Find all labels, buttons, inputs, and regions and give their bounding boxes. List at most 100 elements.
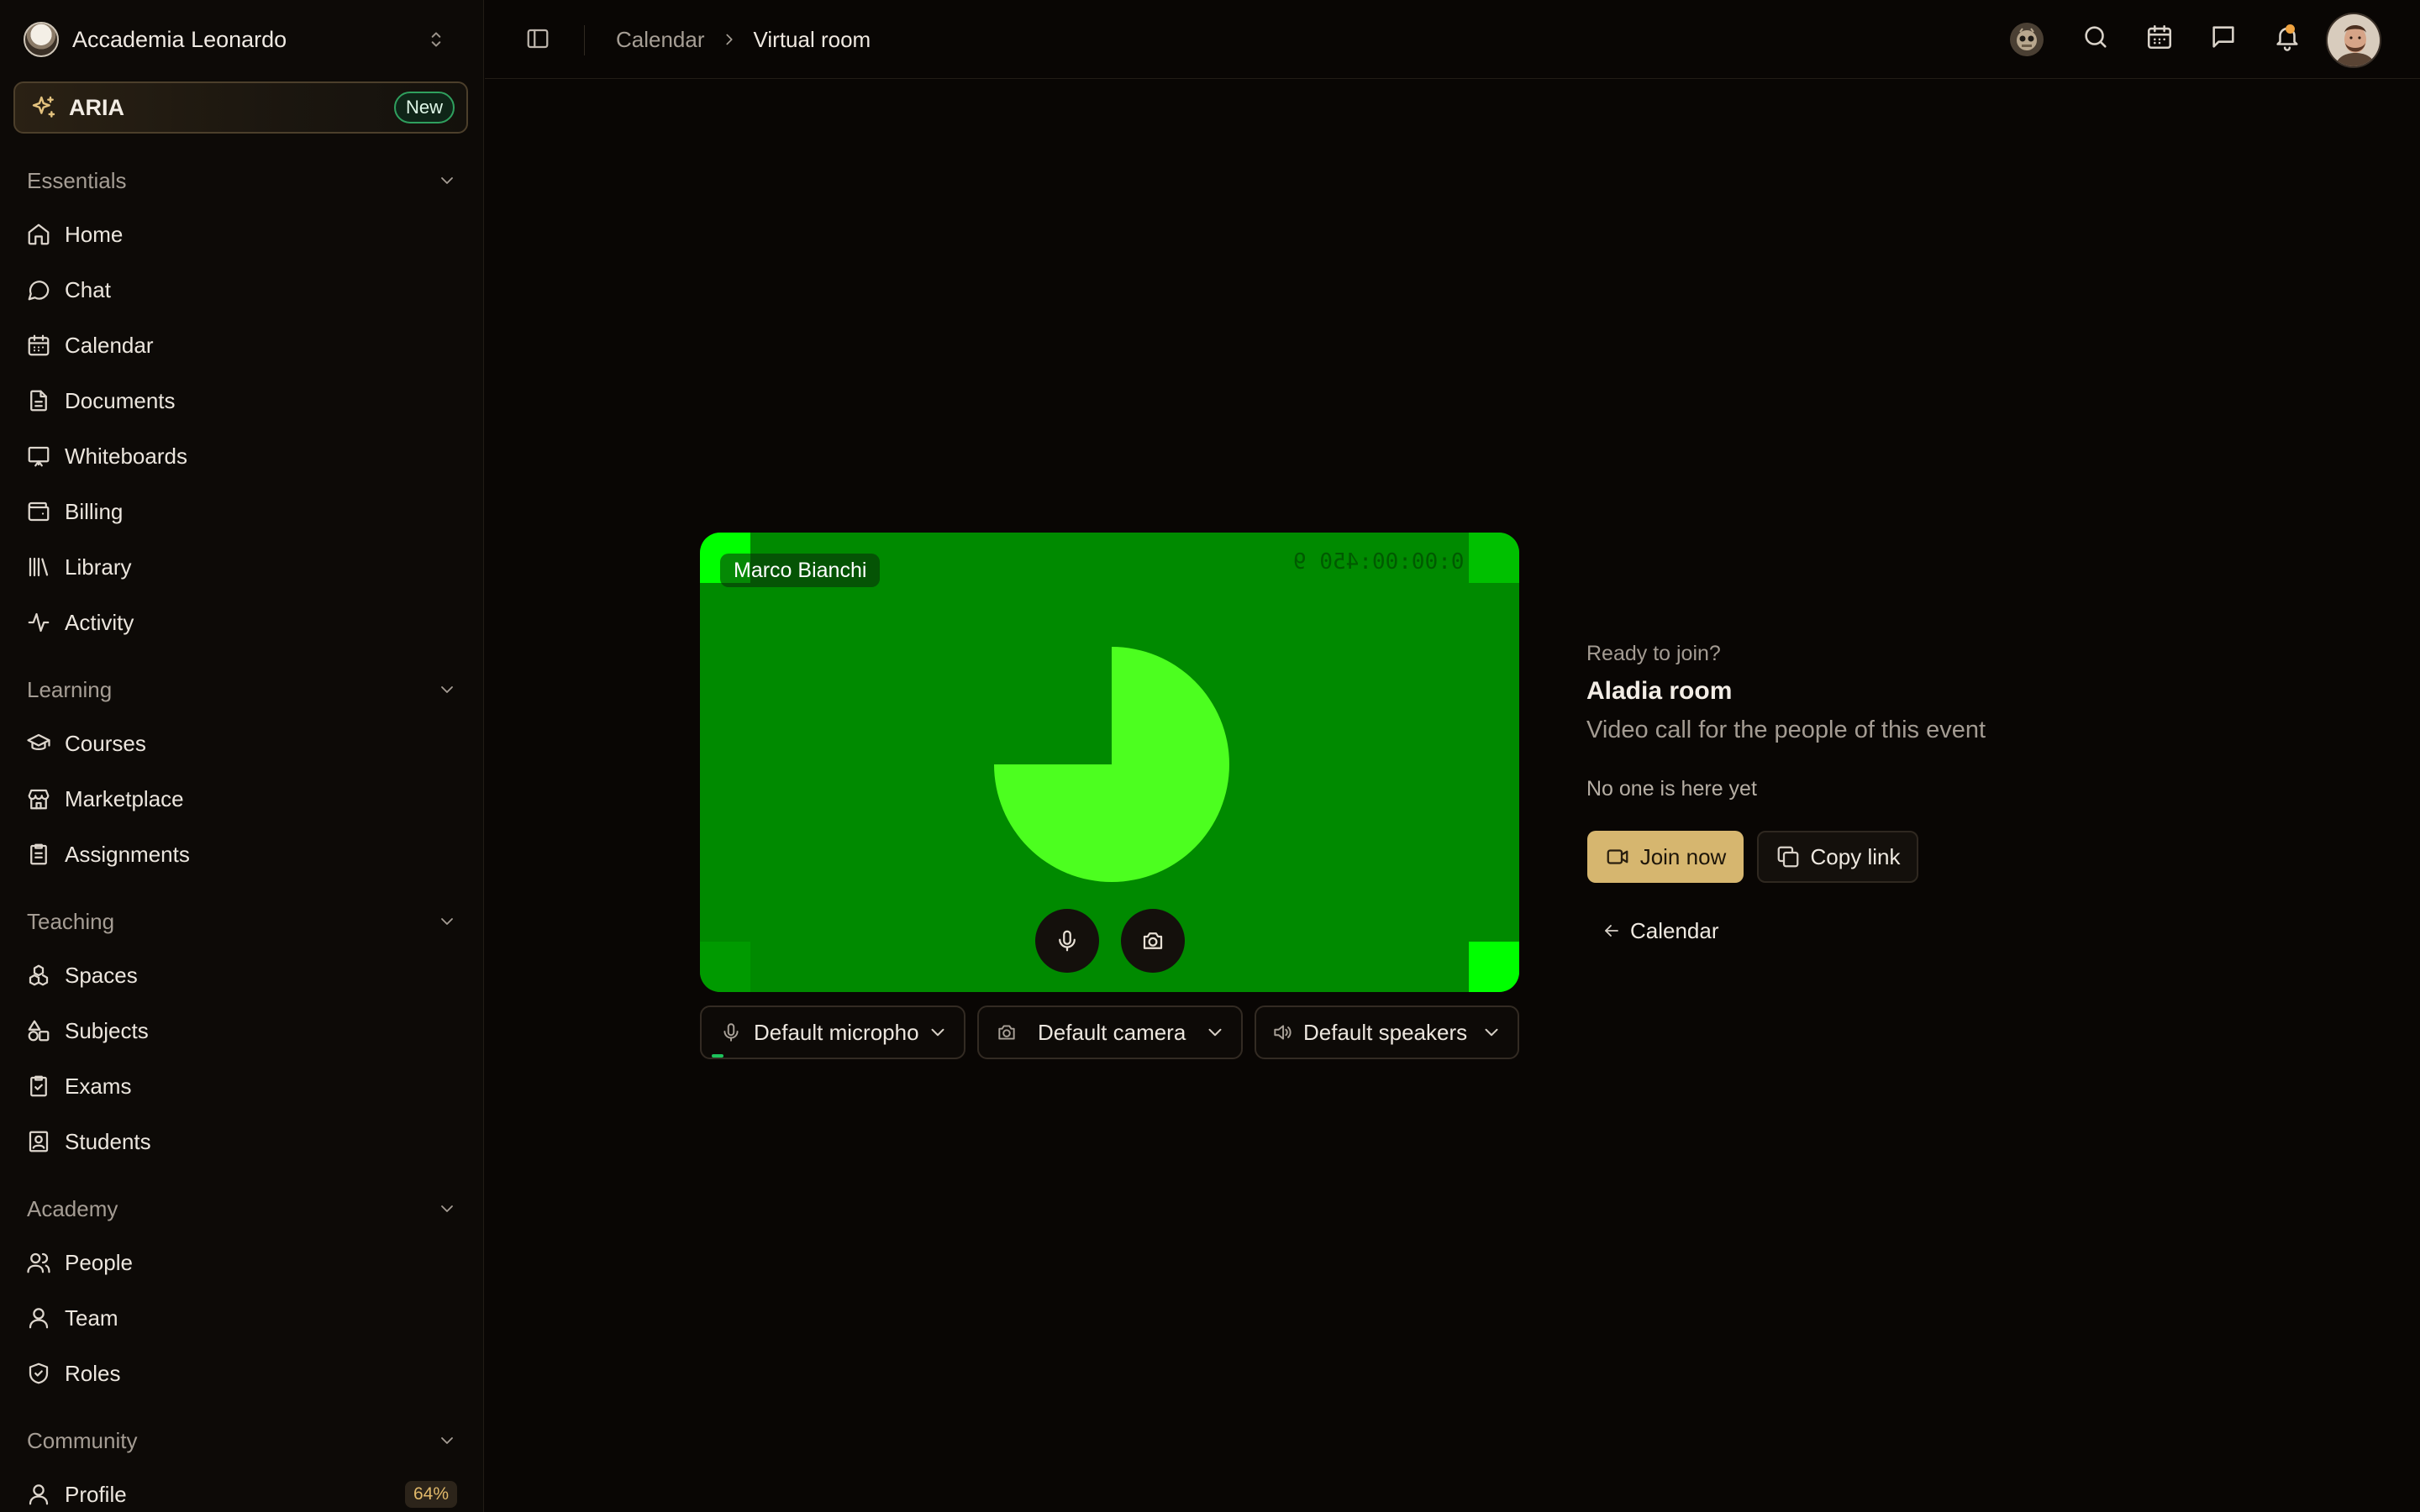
- section-teaching[interactable]: Teaching: [27, 905, 457, 938]
- microphone-select-value: Default micropho: [754, 1019, 919, 1045]
- sidebar-item-exams[interactable]: Exams: [13, 1062, 457, 1110]
- sidebar-item-marketplace[interactable]: Marketplace: [13, 774, 457, 823]
- sidebar-item-students[interactable]: Students: [13, 1117, 457, 1166]
- chevron-right-icon: [720, 30, 739, 49]
- activity-icon: [26, 610, 51, 635]
- mic-toggle-button[interactable]: [1035, 909, 1099, 973]
- sidebar-item-label: Exams: [65, 1073, 132, 1099]
- sidebar-item-activity[interactable]: Activity: [13, 598, 457, 647]
- camera-icon: [996, 1021, 1018, 1043]
- speakers-select-value: Default speakers: [1303, 1019, 1468, 1045]
- chevron-down-icon: [437, 680, 457, 700]
- camera-preview: Marco Bianchi 0:00:00:450 9: [700, 533, 1519, 992]
- speakers-select[interactable]: Default speakers: [1255, 1005, 1519, 1059]
- sidebar-item-label: Marketplace: [65, 785, 184, 811]
- sidebar-item-label: Roles: [65, 1360, 121, 1386]
- arrow-left-icon: [1602, 921, 1622, 941]
- sidebar-item-billing[interactable]: Billing: [13, 487, 457, 536]
- camera-icon: [1140, 928, 1165, 953]
- sidebar-item-calendar[interactable]: Calendar: [13, 321, 457, 370]
- chevron-down-icon: [437, 1199, 457, 1219]
- sidebar-item-label: Assignments: [65, 841, 190, 867]
- library-icon: [26, 554, 51, 580]
- join-now-button[interactable]: Join now: [1587, 831, 1744, 883]
- cubes-icon: [26, 963, 51, 988]
- calendar-icon[interactable]: [2145, 23, 2174, 51]
- presence-status: No one is here yet: [1586, 777, 1757, 801]
- clipboard-list-icon: [26, 842, 51, 867]
- section-essentials[interactable]: Essentials: [27, 164, 457, 197]
- notification-dot: [2286, 24, 2295, 34]
- avatar[interactable]: [2326, 13, 2381, 68]
- sidebar-item-spaces[interactable]: Spaces: [13, 951, 457, 1000]
- assistant-avatar[interactable]: [2010, 23, 2044, 56]
- sidebar-item-label: Profile: [65, 1481, 127, 1507]
- camera-toggle-button[interactable]: [1121, 909, 1185, 973]
- clipboard-check-icon: [26, 1074, 51, 1099]
- sidebar-item-whiteboards[interactable]: Whiteboards: [13, 432, 457, 480]
- room-name: Aladia room: [1586, 677, 1733, 705]
- mic-level-indicator: [712, 1054, 723, 1058]
- sidebar-item-courses[interactable]: Courses: [13, 719, 457, 768]
- topbar-divider: [584, 25, 585, 55]
- calendar-icon: [26, 333, 51, 358]
- sidebar-item-label: Whiteboards: [65, 443, 187, 469]
- camera-select[interactable]: Default camera: [977, 1005, 1243, 1059]
- sidebar-item-people[interactable]: People: [13, 1238, 457, 1287]
- sidebar-item-label: Activity: [65, 609, 134, 635]
- microphone-icon: [1055, 928, 1080, 953]
- section-academy[interactable]: Academy: [27, 1192, 457, 1226]
- aria-button[interactable]: ARIA New: [13, 81, 468, 134]
- users-icon: [26, 1250, 51, 1275]
- camera-select-value: Default camera: [1038, 1019, 1186, 1045]
- test-pattern-corner: [1469, 942, 1519, 992]
- chevron-down-icon: [1204, 1021, 1226, 1043]
- section-learning-label: Learning: [27, 676, 113, 702]
- document-icon: [26, 388, 51, 413]
- sidebar-item-roles[interactable]: Roles: [13, 1349, 457, 1398]
- new-badge: New: [393, 92, 455, 123]
- org-switcher[interactable]: Accademia Leonardo: [13, 12, 457, 67]
- chevron-down-icon: [1481, 1021, 1502, 1043]
- chevron-down-icon: [437, 911, 457, 932]
- section-learning[interactable]: Learning: [27, 673, 457, 706]
- sparkles-icon: [30, 94, 57, 121]
- sidebar-item-label: Calendar: [65, 332, 154, 358]
- sidebar-item-home[interactable]: Home: [13, 210, 457, 259]
- ready-prompt: Ready to join?: [1586, 642, 1721, 665]
- sidebar-item-label: Chat: [65, 276, 111, 302]
- sidebar-item-chat[interactable]: Chat: [13, 265, 457, 314]
- copy-icon: [1776, 844, 1801, 869]
- room-description: Video call for the people of this event: [1586, 717, 1986, 743]
- participant-name-label: Marco Bianchi: [720, 554, 881, 587]
- org-name: Accademia Leonardo: [72, 26, 287, 52]
- microphone-select[interactable]: Default micropho: [700, 1005, 965, 1059]
- sidebar-item-label: Subjects: [65, 1017, 149, 1043]
- sidebar-item-documents[interactable]: Documents: [13, 376, 457, 425]
- message-icon[interactable]: [2209, 23, 2238, 51]
- sidebar-item-subjects[interactable]: Subjects: [13, 1006, 457, 1055]
- back-to-calendar-link[interactable]: Calendar: [1602, 916, 1719, 946]
- sidebar-item-assignments[interactable]: Assignments: [13, 830, 457, 879]
- breadcrumb-current: Virtual room: [753, 26, 871, 52]
- search-icon[interactable]: [2081, 23, 2110, 51]
- breadcrumb-calendar[interactable]: Calendar: [616, 27, 705, 53]
- sidebar-item-team[interactable]: Team: [13, 1294, 457, 1342]
- sidebar-toggle-icon[interactable]: [525, 26, 550, 51]
- sidebar-item-profile[interactable]: Profile 64%: [13, 1470, 457, 1512]
- section-essentials-label: Essentials: [27, 167, 127, 193]
- sidebar-item-library[interactable]: Library: [13, 543, 457, 591]
- sidebar-item-label: Documents: [65, 387, 176, 413]
- test-pattern-pie: [994, 647, 1229, 882]
- whiteboard-icon: [26, 444, 51, 469]
- sidebar-item-label: Spaces: [65, 962, 138, 988]
- back-to-calendar-label: Calendar: [1630, 917, 1719, 943]
- section-community[interactable]: Community: [27, 1424, 457, 1457]
- topbar: Calendar Virtual room: [485, 0, 2420, 79]
- shield-check-icon: [26, 1361, 51, 1386]
- home-icon: [26, 222, 51, 247]
- shapes-icon: [26, 1018, 51, 1043]
- wallet-icon: [26, 499, 51, 524]
- copy-link-button[interactable]: Copy link: [1757, 831, 1918, 883]
- graduation-cap-icon: [26, 731, 51, 756]
